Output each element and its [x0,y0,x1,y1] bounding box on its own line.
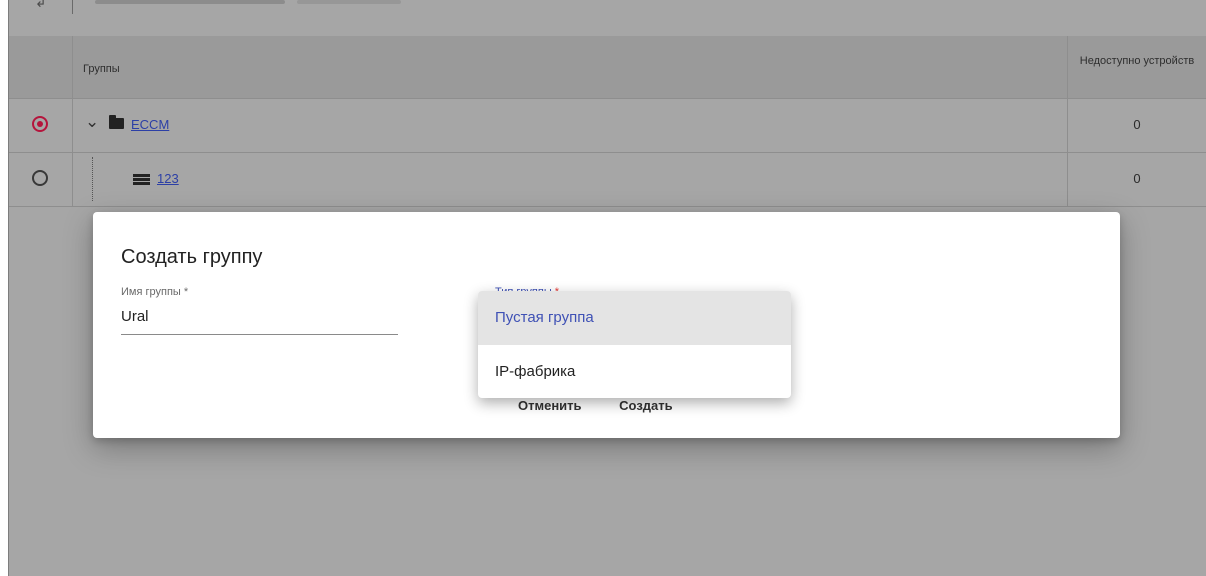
row-radio-selected[interactable] [32,116,48,132]
tree-connector-line [92,157,93,201]
column-header-unavailable: Недоступно устройств [1079,55,1195,67]
toolbar: ↲ [9,0,1206,36]
column-header-groups: Группы [83,63,120,75]
chevron-down-icon[interactable]: ⌄ [85,112,99,132]
group-name-input[interactable]: Ural [121,308,149,325]
group-type-menu: Пустая группа IP-фабрика [478,291,791,398]
list-icon [133,174,150,186]
dialog-title: Создать группу [121,246,263,268]
create-button[interactable]: Создать [619,398,672,413]
select-column-header [9,36,73,98]
dialog-actions: Отменить Создать [518,398,707,413]
unavailable-count: 0 [1133,117,1141,132]
table-row: ⌄ ECCM 0 [9,99,1206,153]
menu-option-empty-group[interactable]: Пустая группа [478,291,791,345]
table-row: 123 0 [9,153,1206,207]
toolbar-button-clipped[interactable] [95,0,285,4]
table-header: Группы Недоступно устройств [9,36,1206,99]
group-link[interactable]: ECCM [131,117,169,132]
toolbar-button-clipped-2[interactable] [297,0,401,4]
menu-option-ip-fabric[interactable]: IP-фабрика [478,345,791,398]
group-name-underline [121,334,398,335]
column-divider [1067,36,1206,98]
unavailable-count: 0 [1133,171,1141,186]
back-icon[interactable]: ↲ [35,0,47,11]
toolbar-divider [72,0,73,14]
row-radio[interactable] [32,170,48,186]
group-name-label: Имя группы * [121,286,189,298]
group-link[interactable]: 123 [157,171,179,186]
cancel-button[interactable]: Отменить [518,398,582,413]
folder-icon [109,115,124,129]
